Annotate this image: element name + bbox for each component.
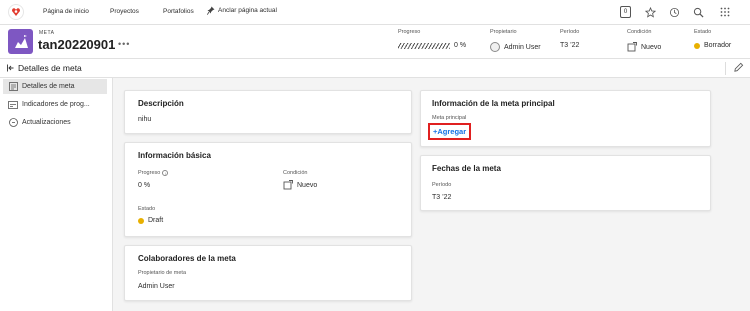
header-progress-value: 0 % bbox=[454, 42, 467, 49]
details-icon bbox=[8, 82, 18, 91]
add-parent-goal-button[interactable]: +Agregar bbox=[428, 123, 472, 140]
pin-icon bbox=[207, 6, 215, 15]
header-condition-field[interactable]: Nuevo bbox=[627, 42, 661, 52]
sidebar-item-label: Indicadores de prog... bbox=[22, 101, 90, 108]
sidebar-item-label: Detalles de meta bbox=[22, 83, 75, 90]
search-icon[interactable] bbox=[691, 5, 705, 19]
star-icon[interactable] bbox=[643, 5, 657, 19]
info-icon[interactable]: i bbox=[162, 170, 169, 176]
basic-info-card-title: Información básica bbox=[138, 151, 211, 160]
basic-status-label: Estado bbox=[138, 206, 156, 212]
avatar bbox=[490, 42, 500, 52]
header-period-label: Período bbox=[560, 29, 580, 35]
history-icon[interactable] bbox=[667, 5, 681, 19]
header-owner-label: Propietario bbox=[490, 29, 517, 35]
basic-status-field[interactable]: Draft bbox=[138, 217, 163, 224]
app-logo-icon[interactable] bbox=[8, 4, 24, 20]
basic-progress-label-row: Progreso i bbox=[138, 170, 169, 176]
period-value[interactable]: T3 ’22 bbox=[432, 194, 451, 201]
basic-condition-value: Nuevo bbox=[297, 181, 318, 189]
more-options-button[interactable]: ••• bbox=[118, 39, 130, 49]
header-status-field[interactable]: Borrador bbox=[694, 42, 731, 49]
basic-progress-value[interactable]: 0 % bbox=[138, 182, 150, 189]
collaborators-card-title: Colaboradores de la meta bbox=[138, 254, 236, 263]
sidebar-item-updates[interactable]: Actualizaciones bbox=[3, 115, 107, 130]
status-dot-icon bbox=[138, 217, 144, 224]
basic-condition-field[interactable]: Nuevo bbox=[283, 180, 317, 190]
nav-portfolios-link[interactable]: Portafolios bbox=[163, 8, 194, 15]
progress-bar bbox=[398, 42, 450, 49]
goal-owner-label: Propietario de meta bbox=[138, 270, 186, 276]
parent-goal-card: Información de la meta principal Meta pr… bbox=[420, 90, 711, 147]
header-status-label: Estado bbox=[694, 29, 712, 35]
condition-flag-icon bbox=[283, 180, 293, 190]
period-label: Período bbox=[432, 182, 452, 188]
left-sidebar: Detalles de meta Indicadores de prog... … bbox=[0, 78, 113, 311]
edit-icon[interactable] bbox=[733, 62, 744, 75]
object-name[interactable]: tan20220901 bbox=[38, 37, 115, 52]
header-condition-label: Condición bbox=[627, 29, 652, 35]
status-dot-icon bbox=[694, 42, 700, 49]
goal-dates-card-title: Fechas de la meta bbox=[432, 164, 501, 173]
basic-info-card: Información básica Progreso i 0 % Condic… bbox=[124, 142, 412, 237]
updates-icon bbox=[8, 118, 18, 127]
pin-page-button[interactable]: Anclar página actual bbox=[207, 6, 277, 15]
notification-counter[interactable]: 0 bbox=[620, 6, 631, 18]
section-header: Detalles de meta bbox=[0, 59, 750, 78]
pin-page-label: Anclar página actual bbox=[218, 7, 277, 14]
apps-grid-icon[interactable] bbox=[718, 5, 732, 19]
description-card: Descripción nihu bbox=[124, 90, 412, 134]
sidebar-item-progress-indicators[interactable]: Indicadores de prog... bbox=[3, 97, 107, 112]
sidebar-item-goal-details[interactable]: Detalles de meta bbox=[3, 79, 107, 94]
basic-status-value: Draft bbox=[148, 217, 164, 224]
goal-dates-card: Fechas de la meta Período T3 ’22 bbox=[420, 155, 711, 211]
description-card-title: Descripción bbox=[138, 99, 184, 108]
indicators-icon bbox=[8, 100, 18, 109]
top-navigation: Página de inicio Proyectos Portafolios A… bbox=[0, 0, 750, 25]
header-status-value: Borrador bbox=[704, 42, 732, 49]
object-header: META tan20220901 ••• Progreso 0 % Propie… bbox=[0, 25, 750, 59]
collapse-left-icon bbox=[7, 64, 14, 72]
goal-owner-value[interactable]: Admin User bbox=[138, 283, 175, 290]
header-progress-label: Progreso bbox=[398, 29, 421, 35]
nav-projects-link[interactable]: Proyectos bbox=[110, 8, 139, 15]
description-text[interactable]: nihu bbox=[138, 116, 151, 123]
basic-condition-label: Condición bbox=[283, 170, 308, 176]
object-type-label: META bbox=[39, 30, 55, 36]
header-owner-field[interactable]: Admin User bbox=[490, 42, 541, 52]
header-period-value[interactable]: T3 ’22 bbox=[560, 42, 579, 49]
header-owner-value: Admin User bbox=[504, 43, 541, 51]
header-progress-field: 0 % bbox=[398, 42, 466, 49]
collaborators-card: Colaboradores de la meta Propietario de … bbox=[124, 245, 412, 301]
section-title: Detalles de meta bbox=[18, 63, 82, 73]
parent-goal-label: Meta principal bbox=[432, 115, 467, 121]
nav-home-link[interactable]: Página de inicio bbox=[43, 8, 89, 15]
basic-progress-label: Progreso bbox=[138, 170, 161, 176]
divider bbox=[725, 62, 726, 75]
parent-goal-card-title: Información de la meta principal bbox=[432, 99, 555, 108]
sidebar-item-label: Actualizaciones bbox=[22, 119, 71, 126]
collapse-panel-button[interactable]: Detalles de meta bbox=[7, 63, 82, 73]
goal-icon bbox=[8, 29, 33, 54]
condition-flag-icon bbox=[627, 42, 637, 52]
header-condition-value: Nuevo bbox=[641, 43, 662, 51]
